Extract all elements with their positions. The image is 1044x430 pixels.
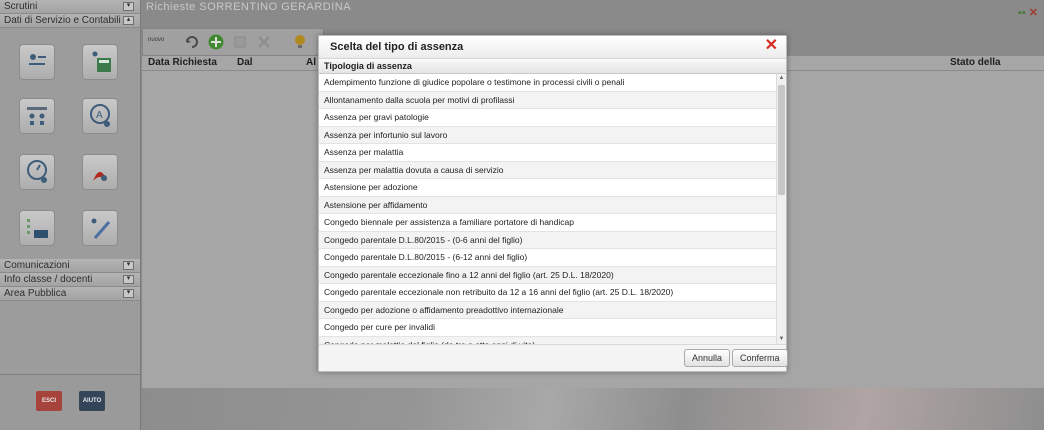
sidebar-section-scrutini[interactable]: Scrutini ▾	[0, 0, 140, 14]
list-scrollbar[interactable]: ▲ ▼	[776, 74, 786, 344]
absence-type-dialog: Scelta del tipo di assenza ✕ Tipologia d…	[318, 35, 788, 372]
close-window-icon[interactable]: ✕	[1029, 7, 1038, 19]
refresh-icon[interactable]	[183, 33, 201, 51]
logout-label: ESCI	[41, 398, 56, 404]
sidebar-section-label: Dati di Servizio e Contabili	[4, 15, 121, 26]
sidebar-section-dati-servizio[interactable]: Dati di Servizio e Contabili ▴	[0, 14, 140, 28]
edit-icon[interactable]	[231, 33, 249, 51]
list-item[interactable]: Congedo parentale eccezionale non retrib…	[319, 284, 777, 302]
sidebar-menu-label: Area Pubblica	[4, 288, 67, 299]
close-icon[interactable]: ✕	[765, 37, 778, 55]
expand-icon[interactable]: ▾	[123, 261, 134, 270]
list-item[interactable]: Assenza per malattia	[319, 144, 777, 162]
acrobat-icon[interactable]	[82, 154, 118, 190]
expand-icon[interactable]: ▾	[123, 289, 134, 298]
logout-button[interactable]: ESCI	[36, 391, 62, 411]
window-controls: ▪▪ ✕	[1018, 6, 1038, 19]
page-title: Richieste SORRENTINO GERARDINA	[146, 1, 352, 13]
sidebar-menu-info-classe[interactable]: Info classe / docenti ▾	[0, 273, 140, 287]
scroll-down-icon[interactable]: ▼	[778, 335, 785, 344]
cancel-button[interactable]: Annulla	[684, 349, 731, 367]
lightbulb-icon[interactable]	[291, 33, 309, 51]
absence-type-list: Adempimento funzione di giudice popolare…	[319, 74, 777, 344]
list-item[interactable]: Adempimento funzione di giudice popolare…	[319, 74, 777, 92]
toolbar-label: nuovo	[148, 37, 165, 43]
list-item[interactable]: Congedo parentale eccezionale fino a 12 …	[319, 266, 777, 284]
collapse-icon[interactable]: ▾	[123, 2, 134, 11]
list-item[interactable]: Assenza per gravi patologie	[319, 109, 777, 127]
list-item[interactable]: Allontanamento dalla scuola per motivi d…	[319, 91, 777, 109]
column-header[interactable]: Data Richiesta	[148, 56, 217, 70]
list-item[interactable]: Congedo per malattia del figlio (da tre …	[319, 336, 777, 344]
sidebar-menu-area-pubblica[interactable]: Area Pubblica ▾	[0, 287, 140, 301]
delete-icon[interactable]	[255, 33, 273, 51]
background-decoration	[142, 388, 1044, 430]
calculator-icon[interactable]	[82, 44, 118, 80]
sidebar-icon-grid: A	[0, 28, 140, 248]
column-header[interactable]: Dal	[237, 56, 253, 70]
list-item[interactable]: Astensione per affidamento	[319, 196, 777, 214]
checklist-icon[interactable]	[19, 210, 55, 246]
expand-icon[interactable]: ▾	[123, 275, 134, 284]
list-item[interactable]: Congedo per cure per invalidi	[319, 319, 777, 337]
sidebar-menu-label: Comunicazioni	[4, 260, 70, 271]
dialog-footer: Annulla Conferma	[319, 344, 788, 371]
collapse-icon[interactable]: ▴	[123, 16, 134, 25]
list-item[interactable]: Congedo parentale D.L.80/2015 - (0-6 ann…	[319, 231, 777, 249]
dialog-header: Scelta del tipo di assenza ✕	[319, 36, 786, 59]
sidebar-section-label: Scrutini	[4, 1, 38, 12]
sidebar-menu-label: Info classe / docenti	[4, 274, 93, 285]
dialog-title: Scelta del tipo di assenza	[330, 41, 464, 53]
add-icon[interactable]	[207, 33, 225, 51]
help-button[interactable]: AIUTO	[79, 391, 105, 411]
person-a-icon[interactable]: A	[82, 98, 118, 134]
confirm-button[interactable]: Conferma	[732, 349, 788, 367]
list-item[interactable]: Congedo per adozione o affidamento pread…	[319, 301, 777, 319]
column-header-tipologia[interactable]: Tipologia di assenza	[324, 60, 412, 73]
sidebar: Scrutini ▾ Dati di Servizio e Contabili …	[0, 0, 141, 430]
list-item[interactable]: Congedo parentale D.L.80/2015 - (6-12 an…	[319, 249, 777, 267]
group-icon[interactable]	[19, 98, 55, 134]
column-header[interactable]: Al	[306, 56, 316, 70]
pencil-icon[interactable]	[82, 210, 118, 246]
svg-text:A: A	[96, 110, 103, 121]
list-item[interactable]: Astensione per adozione	[319, 179, 777, 197]
scroll-up-icon[interactable]: ▲	[778, 74, 785, 83]
grid-view-icon[interactable]: ▪▪	[1018, 7, 1026, 19]
clock-person-icon[interactable]	[19, 154, 55, 190]
list-header: Tipologia di assenza	[319, 60, 786, 74]
help-label: AIUTO	[82, 398, 102, 404]
toolbar: nuovo	[142, 28, 324, 56]
scroll-thumb[interactable]	[778, 85, 785, 195]
list-item[interactable]: Congedo biennale per assistenza a famili…	[319, 214, 777, 232]
sidebar-footer: ESCI AIUTO	[0, 374, 140, 430]
sidebar-menu-comunicazioni[interactable]: Comunicazioni ▾	[0, 259, 140, 273]
list-item[interactable]: Assenza per malattia dovuta a causa di s…	[319, 161, 777, 179]
staff-list-icon[interactable]	[19, 44, 55, 80]
list-item[interactable]: Assenza per infortunio sul lavoro	[319, 126, 777, 144]
